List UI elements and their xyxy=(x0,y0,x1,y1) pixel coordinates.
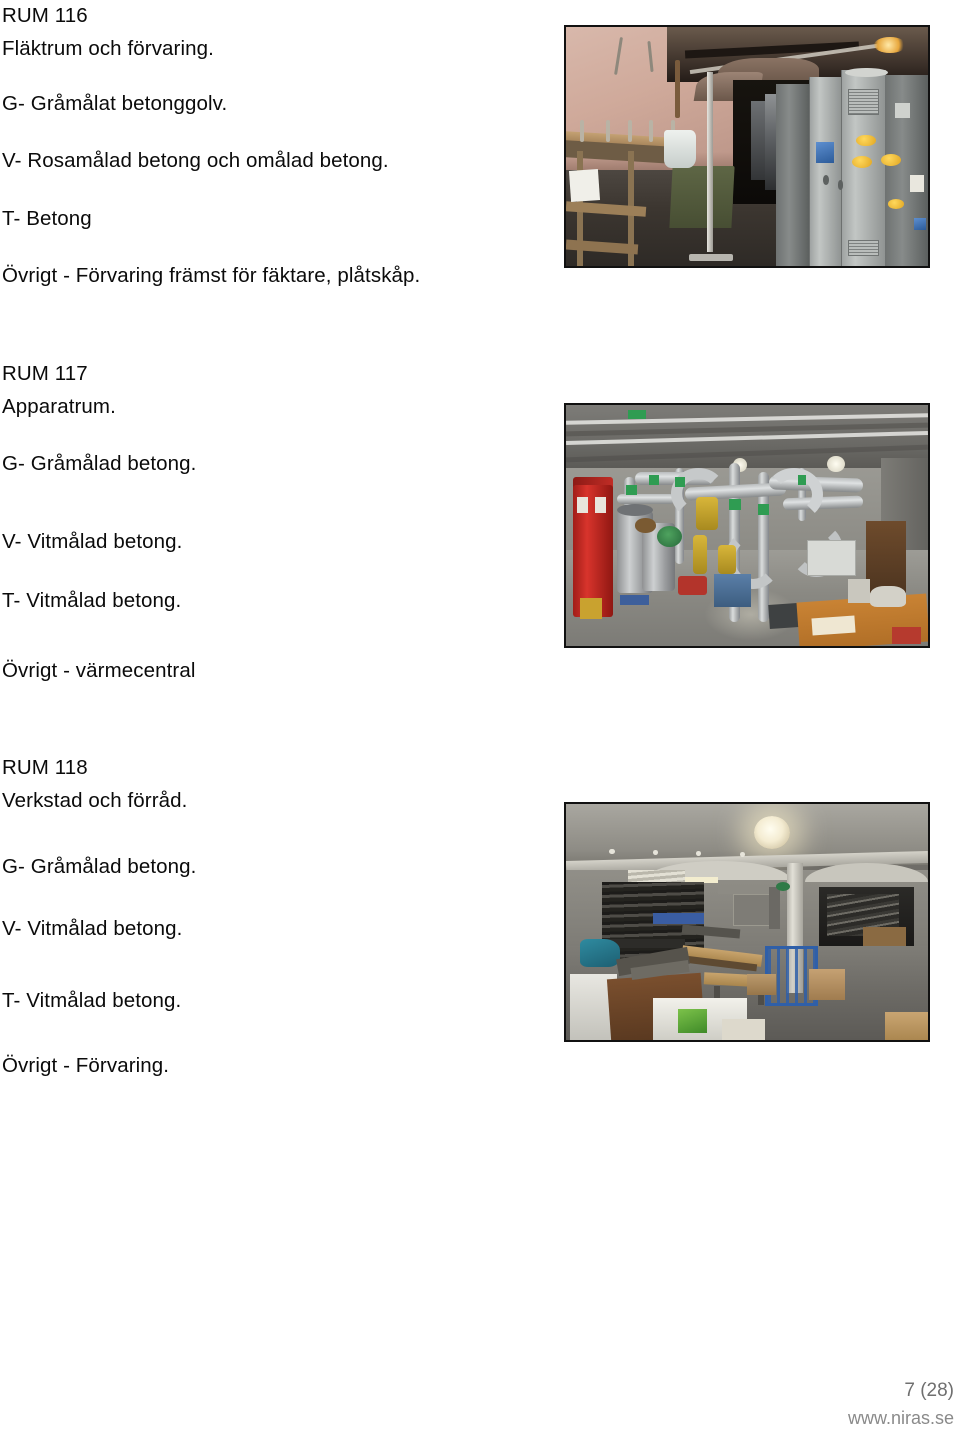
room-ceiling-118: T- Vitmålad betong. xyxy=(2,989,182,1012)
room-floor-117: G- Gråmålad betong. xyxy=(2,452,197,475)
room-ceiling-117: T- Vitmålad betong. xyxy=(2,589,182,612)
room-ceiling-116: T- Betong xyxy=(2,207,92,230)
room-title-117: RUM 117 xyxy=(2,362,88,385)
page-number: 7 (28) xyxy=(904,1380,954,1401)
room-other-116: Övrigt - Förvaring främst för fäktare, p… xyxy=(2,264,421,287)
document-page: RUM 116 Fläktrum och förvaring. G- Gråmå… xyxy=(0,0,960,1432)
room-other-117: Övrigt - värmecentral xyxy=(2,659,196,682)
room-title-118: RUM 118 xyxy=(2,756,88,779)
room-wall-116: V- Rosamålad betong och omålad betong. xyxy=(2,149,389,172)
room-wall-118: V- Vitmålad betong. xyxy=(2,917,183,940)
room-photo-116 xyxy=(564,25,930,268)
room-photo-117 xyxy=(564,403,930,648)
room-name-118: Verkstad och förråd. xyxy=(2,789,188,812)
room-name-116: Fläktrum och förvaring. xyxy=(2,37,214,60)
room-name-117: Apparatrum. xyxy=(2,395,116,418)
room-other-118: Övrigt - Förvaring. xyxy=(2,1054,170,1077)
room-floor-118: G- Gråmålad betong. xyxy=(2,855,197,878)
room-title-116: RUM 116 xyxy=(2,4,88,27)
room-floor-116: G- Gråmålat betonggolv. xyxy=(2,92,228,115)
room-wall-117: V- Vitmålad betong. xyxy=(2,530,183,553)
room-photo-118 xyxy=(564,802,930,1042)
footer-website-url: www.niras.se xyxy=(847,1408,954,1428)
